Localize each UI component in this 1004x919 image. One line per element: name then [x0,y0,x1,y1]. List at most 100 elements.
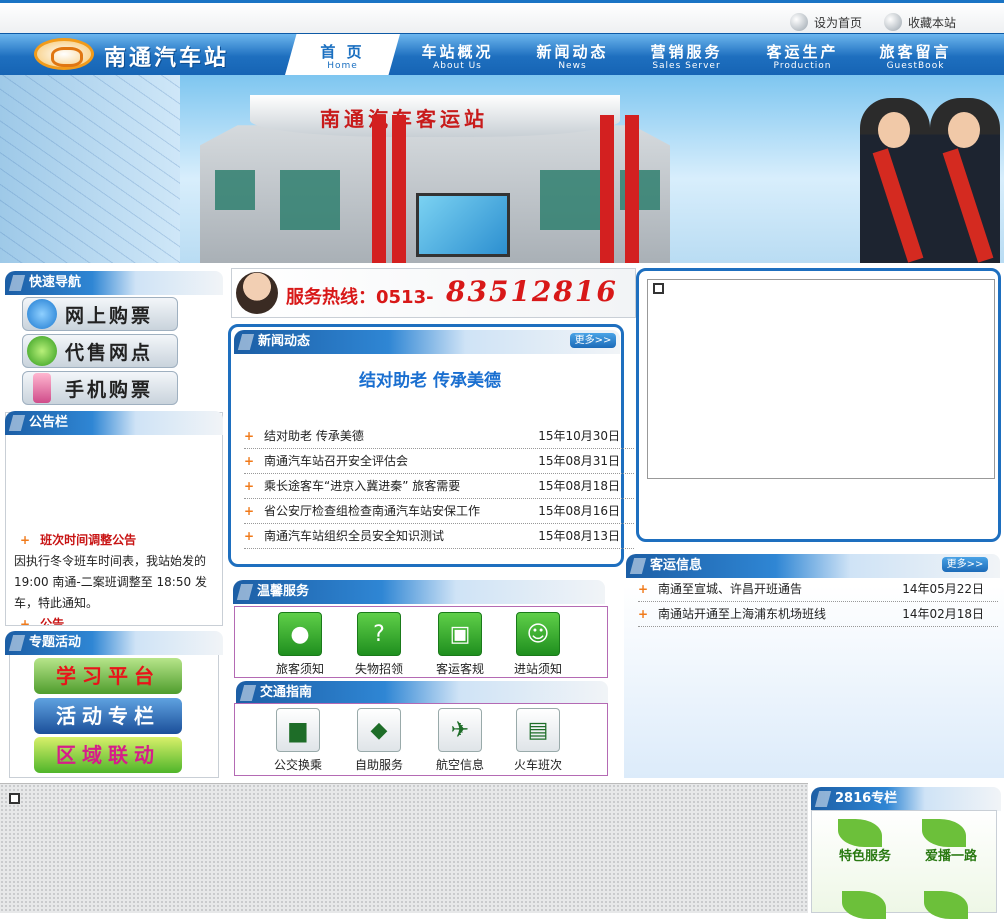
traffic-label: 公交换乘 [273,758,322,772]
topics-header: 专题活动 [5,631,223,655]
traffic-label: 自助服务 [354,758,403,772]
service-entry-notice[interactable]: ☺ 进站须知 [503,612,573,677]
traffic-label: 火车班次 [513,758,562,772]
notice-panel: + 班次时间调整公告 因执行冬令班车时间表，我站始发的19:00 南通-二案班调整… [5,412,223,626]
traffic-bus[interactable]: ▆ 公交换乘 [263,708,333,773]
passenger-row-title[interactable]: 南通站开通至上海浦东机场班线 [658,602,826,627]
online-ticket-label: 网上购票 [65,304,154,327]
set-home-link[interactable]: 设为首页 [790,13,862,31]
route-map-image [0,75,180,263]
staff-photo [860,98,930,263]
bullet-icon: + [20,617,31,626]
logo [34,38,94,70]
mobile-ticket-button[interactable]: 手机购票 [22,371,178,405]
notice-next[interactable]: + 公告 [20,615,64,626]
hotline-banner: 服务热线：0513- 83512816 [231,268,636,318]
phone-icon [33,373,51,403]
nav-sales[interactable]: 营销服务 Sales Server [629,34,744,75]
red-banner [625,115,639,263]
airplane-icon: ✈ [438,708,482,752]
passenger-row: + 南通站开通至上海浦东机场班线 14年02月18日 [638,602,998,627]
news-row-title[interactable]: 乘长途客车“进京入冀进秦” 旅客需要 [264,474,460,499]
news-row-title[interactable]: 南通汽车站组织全员安全知识测试 [264,524,444,549]
nav-guestbook-en: GuestBook [886,61,945,71]
passenger-more-button[interactable]: 更多>> [942,557,988,572]
top-bar: 设为首页 收藏本站 [0,0,1004,33]
nav-sales-en: Sales Server [652,61,721,71]
traffic-flight[interactable]: ✈ 航空信息 [425,708,495,773]
column2816-header: 2816专栏 [811,787,1001,811]
red-banner [600,115,614,263]
luggage-icon: ▣ [438,612,482,656]
service-rules[interactable]: ▣ 客运客规 [425,612,495,677]
bookmark-link[interactable]: 收藏本站 [884,13,956,31]
activity-column-button[interactable]: 活动专栏 [34,698,182,734]
traffic-self-service[interactable]: ◆ 自助服务 [344,708,414,773]
service-label: 失物招领 [354,662,403,676]
nav-home[interactable]: 首 页 Home [285,34,400,75]
regional-link-button[interactable]: 区域联动 [34,737,182,773]
news-row: + 结对助老 传承美德 15年10月30日 [244,424,634,449]
feature-service-link[interactable]: 特色服务 [830,837,900,877]
service-label: 进站须知 [513,662,562,676]
news-row-title[interactable]: 省公安厅检查组检查南通汽车站安保工作 [264,499,480,524]
news-more-button[interactable]: 更多>> [570,333,616,348]
aibo-yilu-link[interactable]: 爱播一路 [916,837,986,877]
notice-body: 因执行冬令班车时间表，我站始发的19:00 南通-二案班调整至 18:50 发车… [14,554,207,610]
news-row-title[interactable]: 南通汽车站召开安全评估会 [264,449,408,474]
news-row: + 南通汽车站召开安全评估会 15年08月31日 [244,449,634,474]
service-passenger-notice[interactable]: ● 旅客须知 [265,612,335,677]
bookmark-label: 收藏本站 [908,15,957,30]
staff-photo [930,98,1000,263]
bullet-icon: + [638,582,649,596]
agent-outlets-button[interactable]: 代售网点 [22,334,178,368]
notice-heading-text: 班次时间调整公告 [40,533,137,547]
nav-news-cn: 新闻动态 [536,43,609,61]
news-row-date: 15年08月13日 [538,529,620,543]
leaf-icon [924,891,968,919]
study-platform-button[interactable]: 学习平台 [34,658,182,694]
nav-news[interactable]: 新闻动态 News [515,34,630,75]
news-row-title[interactable]: 结对助老 传承美德 [264,424,364,449]
passenger-row-title[interactable]: 南通至宣城、许昌开班通告 [658,577,802,602]
news-row-date: 15年08月31日 [538,454,620,468]
red-banner [372,115,386,263]
traffic-header: 交通指南 [236,681,608,705]
nav-home-cn: 首 页 [320,43,365,61]
news-row-date: 15年10月30日 [538,429,620,443]
service-label: 客运客规 [435,662,484,676]
nav-production-en: Production [773,61,832,71]
news-row: + 南通汽车站组织全员安全知识测试 15年08月13日 [244,524,634,549]
news-row: + 省公安厅检查组检查南通汽车站安保工作 15年08月16日 [244,499,634,524]
nav-about-cn: 车站概况 [421,43,494,61]
media-frame [647,279,995,479]
window [280,170,340,230]
bookmark-icon [884,13,902,31]
online-ticket-button[interactable]: 网上购票 [22,297,178,331]
smile-icon: ☺ [516,612,560,656]
window [540,170,600,230]
nav-production[interactable]: 客运生产 Production [745,34,860,75]
notice-heading[interactable]: + 班次时间调整公告 [20,531,136,548]
traffic-panel: ▆ 公交换乘 ◆ 自助服务 ✈ 航空信息 ▤ 火车班次 [234,703,608,776]
featured-news-title[interactable]: 结对助老 传承美德 [240,366,620,391]
news-row-date: 15年08月18日 [538,479,620,493]
nav-about[interactable]: 车站概况 About Us [400,34,515,75]
news-row-date: 15年08月16日 [538,504,620,518]
column2816-panel: 特色服务 爱播一路 [811,810,997,919]
operator-avatar [236,272,278,314]
agent-outlets-label: 代售网点 [65,341,154,364]
services-header: 温馨服务 [233,580,605,604]
news-row: + 乘长途客车“进京入冀进秦” 旅客需要 15年08月18日 [244,474,634,499]
main-nav: 南通汽车站 首 页 Home 车站概况 About Us 新闻动态 News 营… [0,33,1004,75]
nav-guestbook[interactable]: 旅客留言 GuestBook [858,34,973,75]
user-icon: ● [278,612,322,656]
service-lost-found[interactable]: ? 失物招领 [344,612,414,677]
passenger-row: + 南通至宣城、许昌开班通告 14年05月22日 [638,577,998,602]
hotline-label: 服务热线：0513- [286,287,434,308]
home-icon [790,13,808,31]
traffic-train[interactable]: ▤ 火车班次 [503,708,573,773]
bus-icon: ▆ [276,708,320,752]
window [215,170,255,210]
media-placeholder-icon [653,283,664,294]
